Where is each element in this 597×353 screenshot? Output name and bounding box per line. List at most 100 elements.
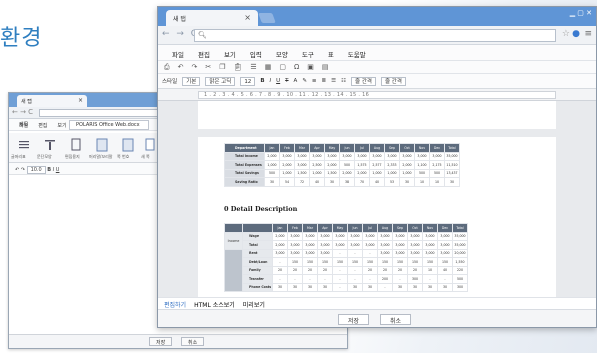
font-select[interactable]: 맑은 고딕 [205, 76, 236, 86]
back-doc-title-field[interactable]: POLARIS Office Web.docx [69, 120, 149, 130]
underline-icon[interactable]: U [276, 78, 280, 84]
omega-icon[interactable]: Ω [294, 63, 299, 71]
back-menu-view[interactable]: 보기 [57, 122, 66, 129]
chart-icon[interactable]: ▤ [322, 63, 329, 71]
style-select[interactable]: 기본 [182, 76, 201, 86]
align-right-icon[interactable]: ☰ [331, 78, 336, 84]
italic-icon[interactable]: I [270, 78, 272, 84]
redo-icon[interactable]: ↷ [191, 63, 197, 71]
table-cell: 500 [414, 168, 430, 178]
table-header-cell [224, 223, 243, 233]
underline-icon[interactable]: U [56, 167, 60, 173]
url-input[interactable]: 🔍︎ [194, 29, 556, 42]
tab-preview[interactable]: 미리보기 [243, 300, 265, 309]
front-tab-strip: 새 탭 × ▁ ▢ ✕ [158, 7, 596, 26]
menu-edit[interactable]: 편집 [198, 49, 210, 59]
table-cell: 3,000 [347, 240, 363, 250]
close-icon[interactable]: × [244, 13, 251, 22]
paragraph-icon[interactable] [43, 137, 57, 151]
table-cell: 30 [399, 177, 415, 187]
table-cell: 1,100 [414, 160, 430, 170]
menu-tools[interactable]: 도구 [302, 49, 314, 59]
table-cell: 30 [444, 177, 460, 187]
back-font-size[interactable]: 10.0 [26, 166, 46, 174]
group-label: Income [224, 231, 243, 250]
menu-file[interactable]: 파일 [172, 49, 184, 59]
table-cell: 2,000 [264, 151, 280, 161]
close-icon[interactable]: × [78, 97, 83, 104]
extension-icon[interactable]: ● [572, 29, 580, 39]
back-tab[interactable]: 새 탭 × [17, 95, 87, 107]
undo-icon[interactable]: ↶ [178, 63, 184, 71]
page-icon[interactable] [69, 137, 83, 151]
size-select[interactable]: 12 [240, 76, 256, 86]
table-row: Total Savings 500 1,000 1,500 1,000 1,500 2,00… [224, 168, 460, 178]
align-icon[interactable]: ☰ [250, 63, 256, 71]
frame-icon[interactable]: ▢ [279, 63, 286, 71]
bullet-icon[interactable] [17, 137, 31, 151]
line-spacing-select[interactable]: 줄 간격 [380, 76, 406, 86]
undo-icon[interactable]: ↶ ↷ [15, 167, 25, 173]
justify-icon[interactable]: ☷ [341, 78, 346, 84]
row-label: Transfer [242, 274, 273, 284]
front-tab[interactable]: 새 탭 × [166, 10, 258, 26]
strike-icon[interactable]: T [285, 78, 288, 84]
tab-edit[interactable]: 편집하기 [164, 300, 186, 309]
table-cell: 3,000 [272, 248, 288, 258]
table-header-cell: May [324, 143, 340, 153]
row-label: Debt/Loan [242, 257, 273, 267]
text-color-icon[interactable]: A [294, 78, 298, 84]
copy-icon[interactable]: ❐ [219, 63, 225, 71]
page-number-icon[interactable] [121, 137, 135, 152]
table-cell: 3,000 [302, 248, 318, 258]
menu-help[interactable]: 도움말 [348, 49, 366, 59]
new-page-icon[interactable] [143, 137, 157, 151]
table-cell: 3,000 [302, 240, 318, 250]
align-left-icon[interactable]: ≡ [312, 78, 317, 84]
print-icon[interactable]: ⎙ [164, 63, 170, 71]
ribbon-label: 글머리표 [11, 154, 26, 159]
bold-icon[interactable]: B [260, 78, 264, 84]
front-browser-window: 새 탭 × ▁ ▢ ✕ ← → C 🔍︎ ☆ ● ≡ 파일 편집 보기 입력 모… [157, 6, 597, 328]
table-row: Income Wage 2,000 3,000 3,000 3,000 3,000 3,000… [224, 231, 468, 250]
ruler[interactable]: 1 . 2 . 3 . 4 . 5 . 6 . 7 . 8 . 9 . 10 .… [158, 89, 596, 101]
tab-html-source[interactable]: HTML 소스보기 [194, 300, 235, 309]
window-controls[interactable]: ▁ ▢ ✕ [570, 9, 592, 17]
menu-insert[interactable]: 입력 [250, 49, 262, 59]
new-tab-button[interactable] [258, 13, 276, 23]
table-cell: 1,575 [354, 160, 370, 170]
cancel-button[interactable]: 취소 [380, 314, 412, 325]
table-header-cell: Feb [279, 143, 295, 153]
table-cell: 150 [287, 257, 303, 267]
table-cell: 3,000 [414, 151, 430, 161]
cut-icon[interactable]: ✂ [205, 63, 211, 71]
back-save-button[interactable]: 저장 [149, 337, 173, 346]
table-cell: - [332, 274, 348, 284]
table-cell: 20 [272, 265, 288, 275]
table-icon[interactable]: ▦ [265, 63, 272, 71]
table-cell: 2,000 [324, 160, 340, 170]
star-icon[interactable]: ☆ [562, 29, 570, 39]
table-header-cell: Oct [399, 143, 415, 153]
italic-icon[interactable]: I [53, 167, 54, 173]
bold-icon[interactable]: B [47, 167, 51, 173]
header-footer-icon[interactable] [95, 137, 109, 152]
highlight-icon[interactable]: ✎ [302, 78, 307, 84]
back-menu-edit[interactable]: 편집 [38, 122, 47, 129]
menu-icon[interactable]: ≡ [584, 29, 592, 39]
back-nav-icons[interactable]: ← → C [12, 108, 33, 116]
save-button[interactable]: 저장 [338, 314, 370, 325]
table-cell: 3,000 [279, 151, 295, 161]
paste-icon[interactable]: 📋︎ [234, 63, 243, 71]
table-row: Rent 3,000 3,000 3,000 3,000- - -3,000 3,000 3,0… [224, 248, 468, 292]
menu-table[interactable]: 표 [328, 49, 334, 59]
align-center-icon[interactable]: ≣ [322, 78, 327, 84]
menu-view[interactable]: 보기 [224, 49, 236, 59]
back-cancel-button[interactable]: 취소 [181, 337, 205, 346]
menu-format[interactable]: 모양 [276, 49, 288, 59]
table-cell: 2,000 [272, 240, 288, 250]
image-icon[interactable]: ▣ [307, 63, 314, 71]
table-cell: 35,000 [444, 151, 460, 161]
table-cell: 20,000 [452, 248, 468, 258]
paragraph-spacing-select[interactable]: 줄 간격 [351, 76, 376, 86]
